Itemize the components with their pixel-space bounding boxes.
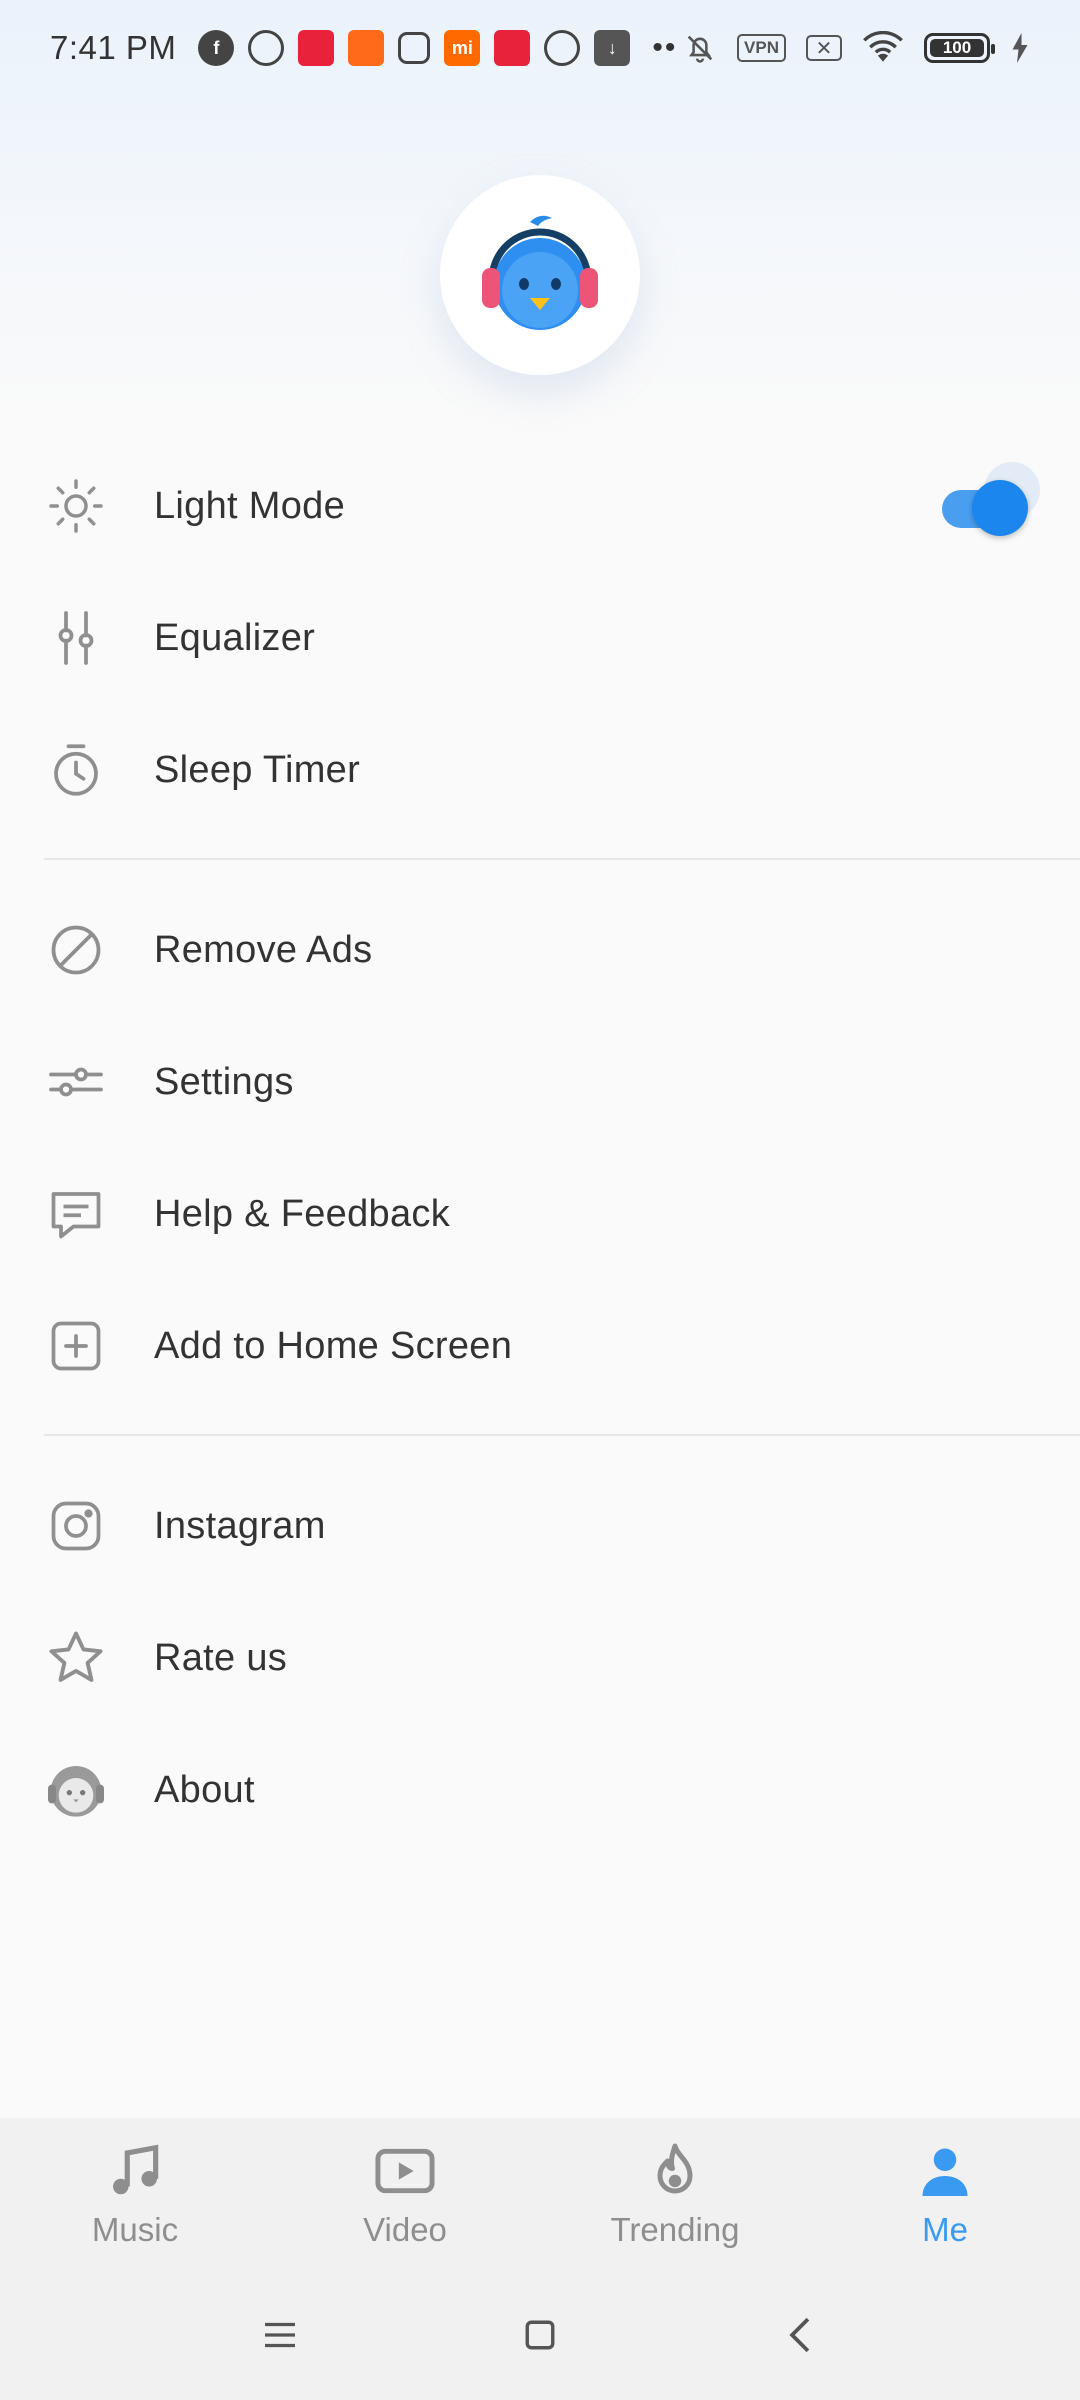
instagram-notification-icon [398, 32, 431, 64]
menu-label-add-home-screen: Add to Home Screen [154, 1324, 513, 1367]
menu-item-equalizer[interactable]: Equalizer [0, 572, 1080, 704]
sale-app-icon [494, 30, 531, 66]
app-notification-icon-2 [544, 30, 581, 66]
menu-item-sleep-timer[interactable]: Sleep Timer [0, 704, 1080, 836]
menu-item-rate-us[interactable]: Rate us [0, 1592, 1080, 1724]
system-navigation-bar [0, 2270, 1080, 2400]
recent-apps-button[interactable] [250, 2305, 310, 2365]
no-sim-icon: ✕ [806, 35, 842, 61]
back-button[interactable] [770, 2305, 830, 2365]
star-icon [44, 1626, 108, 1690]
menu-divider-1 [44, 858, 1080, 860]
nav-tab-video[interactable]: Video [270, 2118, 540, 2270]
nav-label-music: Music [91, 2211, 179, 2248]
music-note-icon [103, 2139, 167, 2203]
mi-app-icon: mi [444, 30, 481, 66]
menu-label-sleep-timer: Sleep Timer [154, 748, 361, 791]
menu-lines-icon [265, 2322, 295, 2348]
status-time: 7:41 PM [50, 29, 177, 66]
sliders-icon [44, 1050, 108, 1114]
menu-label-equalizer: Equalizer [154, 616, 316, 659]
nav-tab-trending[interactable]: Trending [540, 2118, 810, 2270]
app-face-icon [44, 1758, 108, 1822]
notification-icons: f mi ↓ •• [198, 30, 677, 66]
bird-headphones-logo-icon [482, 215, 598, 330]
facebook-icon: f [198, 30, 235, 66]
nav-label-me: Me [922, 2211, 968, 2248]
home-button[interactable] [510, 2305, 570, 2365]
vpn-icon: VPN [737, 34, 786, 62]
light-mode-toggle[interactable] [942, 462, 1040, 536]
charging-icon [1012, 33, 1028, 63]
battery-level: 100 [942, 38, 972, 57]
video-play-icon [373, 2139, 437, 2203]
menu-label-remove-ads: Remove Ads [154, 928, 373, 971]
fitness-app-icon [348, 30, 385, 66]
more-notifications-icon: •• [652, 31, 678, 64]
menu-label-settings: Settings [154, 1060, 294, 1103]
nav-tab-me[interactable]: Me [810, 2118, 1080, 2270]
menu-item-light-mode[interactable]: Light Mode [0, 440, 1080, 572]
menu-label-rate-us: Rate us [154, 1636, 288, 1679]
menu-label-about: About [154, 1768, 255, 1811]
nav-label-trending: Trending [610, 2211, 740, 2248]
block-icon [44, 918, 108, 982]
status-bar: 7:41 PM f mi ↓ •• VPN ✕ 100 [0, 0, 1080, 96]
chat-icon [44, 1182, 108, 1246]
instagram-icon [44, 1494, 108, 1558]
menu-item-help-feedback[interactable]: Help & Feedback [0, 1148, 1080, 1280]
menu-item-add-home-screen[interactable]: Add to Home Screen [0, 1280, 1080, 1412]
battery-icon: 100 [924, 33, 995, 63]
menu-divider-2 [44, 1434, 1080, 1436]
app-notification-icon [248, 30, 285, 66]
shopping-app-icon [298, 30, 335, 66]
menu-item-about[interactable]: About [0, 1724, 1080, 1856]
bottom-navigation: Music Video Trending Me [0, 2118, 1080, 2270]
menu-item-instagram[interactable]: Instagram [0, 1460, 1080, 1592]
flame-icon [643, 2139, 707, 2203]
profile-avatar[interactable] [440, 175, 640, 375]
person-icon [913, 2139, 977, 2203]
mute-bell-icon [687, 35, 713, 63]
menu-label-instagram: Instagram [154, 1504, 326, 1547]
equalizer-icon [44, 606, 108, 670]
timer-icon [44, 738, 108, 802]
plus-box-icon [44, 1314, 108, 1378]
chevron-left-icon [789, 2317, 810, 2353]
nav-tab-music[interactable]: Music [0, 2118, 270, 2270]
sun-icon [44, 474, 108, 538]
menu-item-remove-ads[interactable]: Remove Ads [0, 884, 1080, 1016]
menu-item-settings[interactable]: Settings [0, 1016, 1080, 1148]
wifi-icon [863, 31, 903, 62]
system-status-icons: VPN ✕ 100 [683, 31, 1030, 65]
nav-label-video: Video [363, 2211, 447, 2248]
square-icon [525, 2320, 555, 2350]
download-icon: ↓ [594, 30, 631, 66]
menu-label-light-mode: Light Mode [154, 484, 346, 527]
menu-label-help-feedback: Help & Feedback [154, 1192, 450, 1235]
